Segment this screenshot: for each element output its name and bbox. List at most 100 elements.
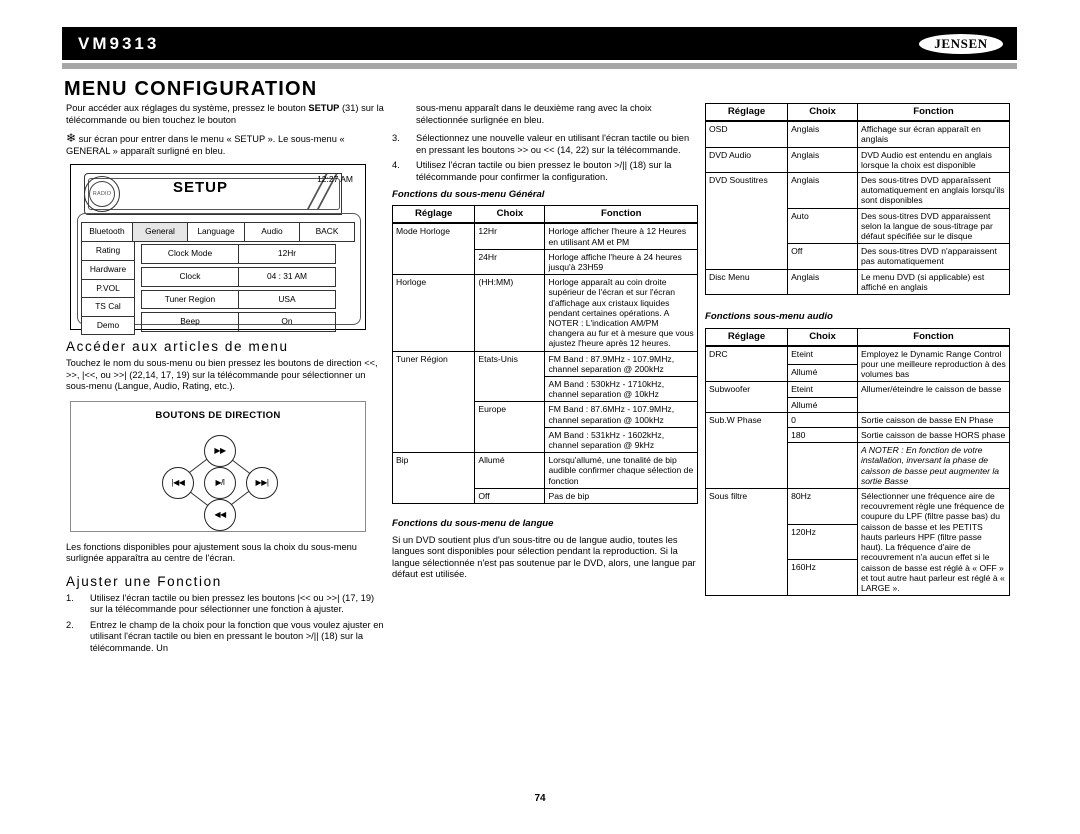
header-reglage: Réglage xyxy=(391,205,476,224)
table-row: OSD Anglais Affichage sur écran apparaît… xyxy=(704,120,1011,148)
page-header: VM9313 JENSEN xyxy=(62,27,1017,60)
setup-heading: SETUP xyxy=(173,179,229,197)
brand-name: JENSEN xyxy=(934,35,988,51)
cell-function: Des sous-titres DVD apparaîssent automat… xyxy=(856,172,1011,209)
setup-banner-area: RADIO SETUP 12:27 AM xyxy=(78,170,360,218)
cell-choice: Allumé xyxy=(474,452,546,489)
step-text: Entrez le champ de la choix pour la fonc… xyxy=(90,619,384,653)
cell-function: Sortie caisson de basse HORS phase xyxy=(856,427,1011,444)
table-header-row: Réglage Choix Fonction xyxy=(704,103,1011,122)
step-text: Utilisez l'écran tactile ou bien pressez… xyxy=(90,592,375,615)
manual-page: VM9313 JENSEN MENU CONFIGURATION Pour ac… xyxy=(0,0,1080,834)
step-number: 2. xyxy=(66,619,74,630)
cell-choice xyxy=(787,442,858,490)
cell-function: Pas de bip xyxy=(544,487,698,505)
cell-setting: Bip xyxy=(391,452,476,505)
cell-setting: DVD Soustitres xyxy=(704,172,789,270)
heading-ajuster-fonction: Ajuster une Fonction xyxy=(66,573,222,589)
cell-choice: Eteint xyxy=(787,381,858,398)
cell-setting: DRC xyxy=(704,344,789,383)
setting-value-clock-mode[interactable]: 12Hr xyxy=(238,244,336,264)
menu-item-demo[interactable]: Demo xyxy=(81,315,135,336)
cell-function: DVD Audio est entendu en anglais lorsque… xyxy=(856,146,1011,174)
intro-paragraph-2: ❄ sur écran pour entrer dans le menu « S… xyxy=(66,132,388,157)
menu-item-tscal[interactable]: TS Cal xyxy=(81,297,135,317)
setting-value-tuner-region[interactable]: USA xyxy=(238,289,336,310)
direction-left-button[interactable]: |◀◀ xyxy=(162,466,194,499)
cell-setting: Tuner Région xyxy=(391,350,476,454)
intro-paragraph: Pour accéder aux réglages du système, pr… xyxy=(66,103,388,126)
direction-center-play-button[interactable]: ▶/ǀ xyxy=(204,466,236,499)
cell-choice: Allumé xyxy=(787,396,858,413)
table-header-row: Réglage Choix Fonction xyxy=(704,327,1011,347)
cell-function: Horloge affiche l'heure à 24 heures jusq… xyxy=(544,248,698,276)
table-row: Tuner Région Etats-Unis FM Band : 87.9MH… xyxy=(391,350,698,454)
table-row: DVD Soustitres Anglais Des sous-titres D… xyxy=(704,172,1011,270)
table-title-audio: Fonctions sous-menu audio xyxy=(705,311,833,323)
header-choix: Choix xyxy=(787,103,858,122)
continuation-text: sous-menu apparaît dans le deuxième rang… xyxy=(416,103,652,125)
header-choix: Choix xyxy=(787,327,858,347)
direction-down-button[interactable]: ◀◀ xyxy=(204,498,236,531)
jensen-logo: JENSEN xyxy=(919,33,1003,54)
menu-item-pvol[interactable]: P.VOL xyxy=(81,278,135,299)
tab-language[interactable]: Language xyxy=(187,222,245,242)
header-reglage: Réglage xyxy=(704,103,789,122)
step-number: 3. xyxy=(392,133,400,144)
direction-right-button[interactable]: ▶▶| xyxy=(246,466,278,499)
adjust-steps-list: 1. Utilisez l'écran tactile ou bien pres… xyxy=(66,593,388,655)
step-text: Sélectionnez une nouvelle valeur en util… xyxy=(416,133,690,155)
cell-function: FM Band : 87.6MHz - 107.9MHz, channel se… xyxy=(544,401,698,428)
table-row: Mode Horloge 12Hr Horloge afficher l'heu… xyxy=(391,222,698,276)
setting-row-clock-mode: Clock Mode 12Hr xyxy=(141,244,337,264)
cell-function: Horloge apparaît au coin droite supérieu… xyxy=(544,274,698,352)
table-title-langue: Fonctions du sous-menu de langue xyxy=(392,518,554,530)
header-fonction: Fonction xyxy=(544,205,698,224)
header-fonction: Fonction xyxy=(856,327,1011,347)
menu-item-rating[interactable]: Rating xyxy=(81,241,135,261)
setting-row-beep: Beep On xyxy=(141,312,337,332)
cell-choice: Allumé xyxy=(787,363,858,383)
cell-function: Des sous-titres DVD apparaissent selon l… xyxy=(856,207,1011,245)
setting-label-clock: Clock xyxy=(141,266,239,287)
cell-function: Sélectionner une fréquence aire de recou… xyxy=(856,488,1011,597)
cell-function: Le menu DVD (si applicable) est affiché … xyxy=(856,268,1011,296)
cell-choice: Anglais xyxy=(787,172,858,209)
tab-general[interactable]: General xyxy=(132,222,188,242)
table-audio-functions: Réglage Choix Fonction DRC Eteint Employ… xyxy=(704,327,1011,597)
direction-buttons-diagram: BOUTONS DE DIRECTION ▶▶ |◀◀ ▶/ǀ ▶▶| ◀◀ xyxy=(70,400,366,532)
page-number: 74 xyxy=(534,793,546,804)
cell-choice: Off xyxy=(787,243,858,270)
header-reglage: Réglage xyxy=(704,327,789,347)
list-item: 1. Utilisez l'écran tactile ou bien pres… xyxy=(66,593,388,616)
page-title: MENU CONFIGURATION xyxy=(64,78,318,100)
cell-choice: Anglais xyxy=(787,268,858,296)
tab-audio[interactable]: Audio xyxy=(244,222,300,242)
setting-value-beep[interactable]: On xyxy=(238,312,336,332)
table-row: DRC Eteint Employez le Dynamic Range Con… xyxy=(704,344,1011,383)
setup-left-menu: Rating Hardware P.VOL TS Cal Demo xyxy=(81,241,135,336)
cell-function: FM Band : 87.9MHz - 107.9MHz, channel se… xyxy=(544,350,698,378)
cell-setting: Subwoofer xyxy=(704,381,789,413)
tab-bluetooth[interactable]: Bluetooth xyxy=(81,222,133,242)
direction-up-button[interactable]: ▶▶ xyxy=(204,434,236,467)
step-number: 1. xyxy=(66,592,74,603)
setting-label-beep: Beep xyxy=(141,312,239,332)
table-title-general: Fonctions du sous-menu Général xyxy=(392,188,545,200)
menu-item-hardware[interactable]: Hardware xyxy=(81,259,135,280)
cell-choice: Anglais xyxy=(787,146,858,174)
table-row: Bip Allumé Lorsqu'allumé, une tonalité d… xyxy=(391,452,698,505)
clock-display: 12:27 AM xyxy=(317,174,353,185)
table-row: Horloge (HH:MM) Horloge apparaît au coin… xyxy=(391,274,698,352)
cell-choice: Eteint xyxy=(787,344,858,365)
tab-back[interactable]: BACK xyxy=(299,222,355,242)
cell-function: Affichage sur écran apparaît en anglais xyxy=(856,120,1011,148)
step-text: Utilisez l'écran tactile ou bien pressez… xyxy=(416,160,672,182)
setting-value-clock[interactable]: 04 : 31 AM xyxy=(238,266,336,287)
cell-function: Allumer/éteindre le caisson de basse xyxy=(856,381,1011,413)
table-general-functions: Réglage Choix Fonction Mode Horloge 12Hr… xyxy=(391,205,698,505)
setup-bold: SETUP xyxy=(308,103,340,113)
setting-row-clock: Clock 04 : 31 AM xyxy=(141,266,337,287)
cell-choice: (HH:MM) xyxy=(474,274,546,352)
cell-function: Sortie caisson de basse EN Phase xyxy=(856,411,1011,429)
